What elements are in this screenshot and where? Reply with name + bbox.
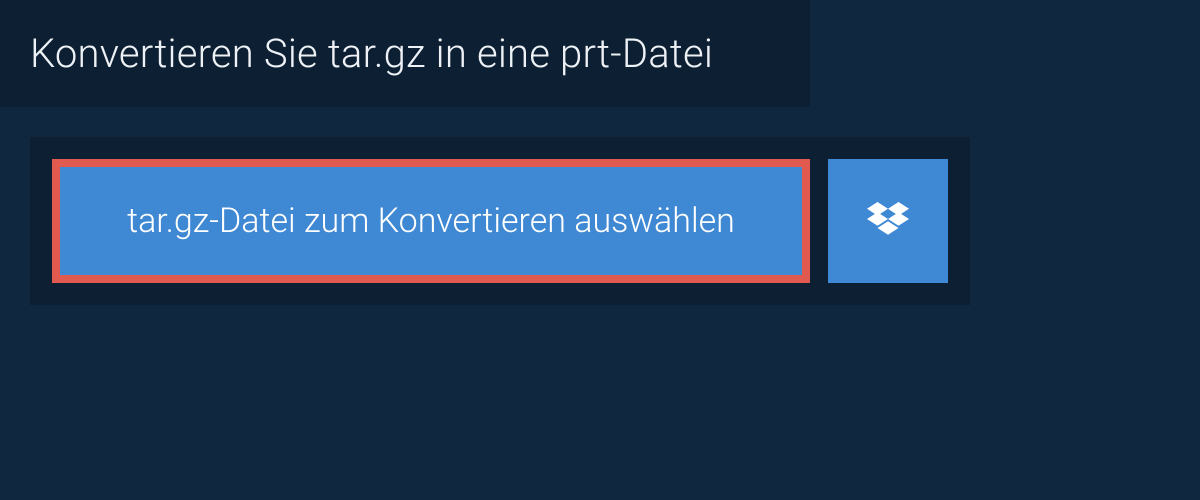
page-header: Konvertieren Sie tar.gz in eine prt-Date… <box>0 0 810 107</box>
dropbox-button[interactable] <box>828 159 948 283</box>
dropbox-icon <box>867 202 909 240</box>
page-title: Konvertieren Sie tar.gz in eine prt-Date… <box>30 30 780 77</box>
select-file-button[interactable]: tar.gz-Datei zum Konvertieren auswählen <box>52 159 810 283</box>
upload-panel: tar.gz-Datei zum Konvertieren auswählen <box>30 137 970 305</box>
